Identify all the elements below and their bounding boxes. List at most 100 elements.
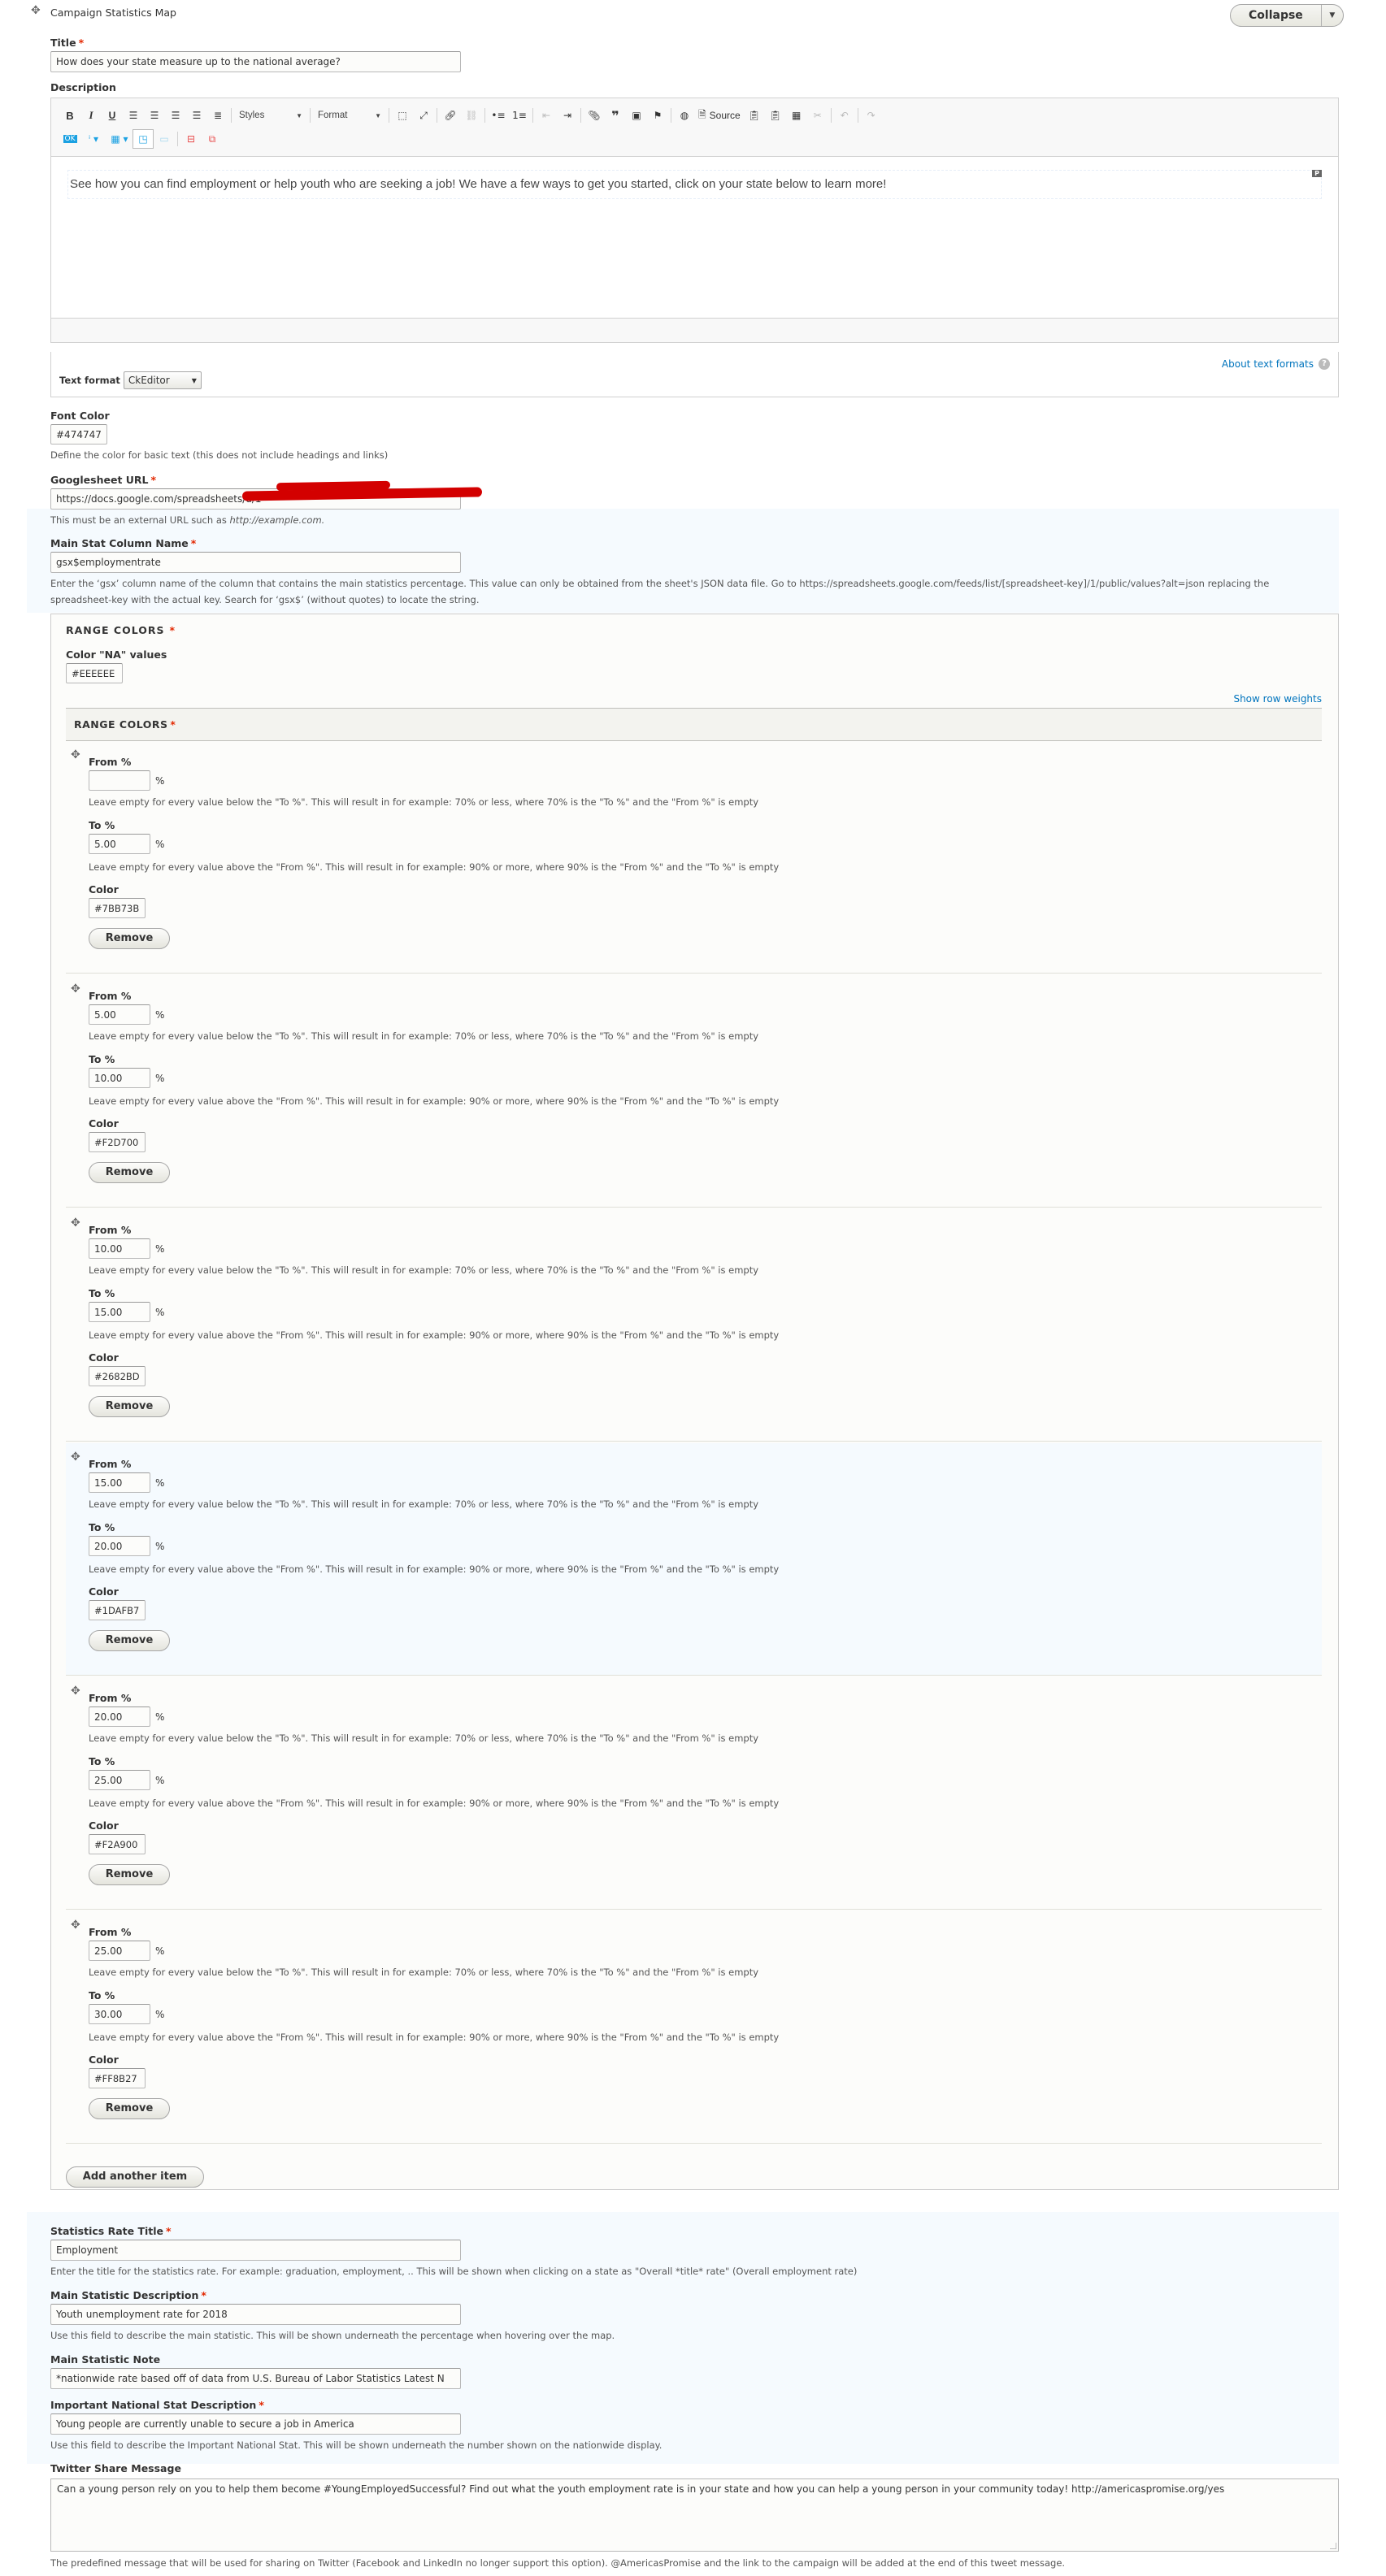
twitter-share-textarea[interactable]: Can a young person rely on you to help t… (50, 2478, 1339, 2552)
maximize-icon[interactable]: ⤢ (413, 106, 434, 125)
link-icon[interactable]: 🔗︎ (440, 106, 461, 125)
remove-button[interactable]: Remove (89, 1864, 170, 1885)
drag-handle-icon[interactable]: ✥ (31, 5, 42, 16)
flag-icon[interactable]: ⚑ (647, 106, 668, 125)
undo-icon[interactable]: ↶ (834, 106, 855, 125)
to-hint: Leave empty for every value above the "F… (89, 1095, 780, 1107)
remove-button[interactable]: Remove (89, 928, 170, 949)
required-marker: * (170, 719, 176, 731)
to-input[interactable]: 15.00 (89, 1302, 150, 1322)
copy-block-icon[interactable]: ⧉ (202, 129, 223, 149)
show-blocks-icon[interactable]: ⬚ (392, 106, 413, 125)
font-color-label: Font Color (50, 410, 110, 422)
info-dropdown-icon[interactable]: ⁱ ▾ (80, 129, 106, 149)
to-input[interactable]: 30.00 (89, 2004, 150, 2024)
align-justify-icon[interactable]: ☰ (186, 106, 207, 125)
na-color-label: Color "NA" values (66, 648, 167, 661)
paste-text-icon[interactable]: 📋︎ (765, 106, 786, 125)
color-input[interactable]: #2682BD (89, 1366, 146, 1386)
italic-icon[interactable]: I (80, 106, 102, 125)
title-input[interactable]: How does your state measure up to the na… (50, 51, 461, 72)
main-stat-note-input[interactable]: *nationwide rate based off of data from … (50, 2368, 461, 2389)
color-input[interactable]: #F2A900 (89, 1834, 146, 1854)
editor-paragraph[interactable]: See how you can find employment or help … (67, 170, 1322, 199)
paste-word-icon[interactable]: 📋︎ (744, 106, 765, 125)
unlink-icon[interactable]: ⛓ (461, 106, 482, 125)
styles-dropdown[interactable]: Styles ▼ (234, 106, 307, 125)
text-format-select[interactable]: CkEditor ▼ (123, 371, 202, 389)
bold-icon[interactable]: B (59, 106, 80, 125)
paragraph-title: Campaign Statistics Map (50, 7, 176, 19)
from-input[interactable]: 10.00 (89, 1238, 150, 1259)
caret-down-icon: ▼ (296, 111, 302, 119)
add-another-item-button[interactable]: Add another item (66, 2166, 204, 2188)
resize-handle-icon[interactable] (1330, 2543, 1336, 2549)
cut-icon[interactable]: ✂ (807, 106, 828, 125)
from-input[interactable]: 25.00 (89, 1941, 150, 1961)
underline-icon[interactable]: U (102, 106, 123, 125)
color-input[interactable]: #1DAFB7 (89, 1600, 146, 1620)
drag-handle-icon[interactable]: ✥ (71, 749, 82, 761)
remove-button[interactable]: Remove (89, 1162, 170, 1183)
na-color-input[interactable]: #EEEEEE (66, 663, 123, 683)
image-icon[interactable]: ▣ (626, 106, 647, 125)
national-stat-description-input[interactable]: Young people are currently unable to sec… (50, 2413, 461, 2435)
main-stat-column-input[interactable]: gsx$employmentrate (50, 552, 461, 573)
color-input[interactable]: #FF8B27 (89, 2068, 146, 2088)
drag-handle-icon[interactable]: ✥ (71, 1217, 82, 1229)
color-input[interactable]: #7BB73B (89, 898, 146, 918)
remove-button[interactable]: Remove (89, 2098, 170, 2119)
drag-handle-icon[interactable]: ✥ (71, 983, 82, 995)
numbered-list-icon[interactable]: 1≡ (509, 106, 530, 125)
to-input[interactable]: 20.00 (89, 1536, 150, 1556)
remove-button[interactable]: Remove (89, 1396, 170, 1417)
format-dropdown[interactable]: Format ▼ (313, 106, 386, 125)
from-input[interactable] (89, 770, 150, 791)
drag-handle-icon[interactable]: ✥ (71, 1451, 82, 1463)
to-input[interactable]: 25.00 (89, 1770, 150, 1790)
horizontal-rule-icon[interactable]: ≣ (207, 106, 228, 125)
color-input[interactable]: #F2D700 (89, 1132, 146, 1152)
outdent-icon[interactable]: ⇤ (536, 106, 557, 125)
toolbar-separator (830, 108, 832, 123)
chevron-down-icon[interactable]: ▼ (1322, 5, 1343, 26)
about-text-formats-link[interactable]: About text formats (1222, 358, 1314, 370)
split-block-icon[interactable]: ⊟ (180, 129, 202, 149)
to-input[interactable]: 10.00 (89, 1068, 150, 1088)
twitter-share-description: The predefined message that will be used… (50, 2557, 1066, 2569)
to-hint: Leave empty for every value above the "F… (89, 1798, 780, 1809)
align-left-icon[interactable]: ☰ (123, 106, 144, 125)
to-pct-suffix: % (155, 2009, 165, 2020)
button-widget-icon[interactable]: OK (59, 129, 80, 149)
indent-icon[interactable]: ⇥ (557, 106, 578, 125)
toolbar-separator (177, 132, 178, 146)
source-button[interactable]: 🗎︎ Source (695, 107, 744, 124)
description-label: Description (50, 81, 116, 93)
editor-content-area[interactable]: See how you can find employment or help … (51, 156, 1338, 319)
drag-handle-icon[interactable]: ✥ (71, 1919, 82, 1931)
align-right-icon[interactable]: ☰ (165, 106, 186, 125)
remove-button[interactable]: Remove (89, 1630, 170, 1651)
from-input[interactable]: 20.00 (89, 1706, 150, 1727)
table-icon[interactable]: ▦ (786, 106, 807, 125)
redo-icon[interactable]: ↷ (861, 106, 882, 125)
align-center-icon[interactable]: ☰ (144, 106, 165, 125)
stat-rate-title-input[interactable]: Employment (50, 2240, 461, 2261)
from-input[interactable]: 5.00 (89, 1004, 150, 1025)
main-stat-description-input[interactable]: Youth unemployment rate for 2018 (50, 2304, 461, 2325)
from-input[interactable]: 15.00 (89, 1472, 150, 1493)
collapse-button[interactable]: Collapse (1231, 5, 1322, 26)
to-input[interactable]: 5.00 (89, 834, 150, 854)
template-icon[interactable]: ◳ (133, 129, 154, 149)
globe-icon[interactable]: ◍ (674, 106, 695, 125)
bulleted-list-icon[interactable]: •≡ (488, 106, 509, 125)
show-row-weights-link[interactable]: Show row weights (1233, 693, 1322, 705)
attachment-icon[interactable]: 📎︎ (584, 106, 605, 125)
drag-handle-icon[interactable]: ✥ (71, 1685, 82, 1697)
font-color-input[interactable]: #474747 (50, 424, 107, 445)
blockquote-icon[interactable]: ❞ (605, 106, 626, 125)
help-icon[interactable]: ? (1319, 358, 1330, 370)
grid-dropdown-icon[interactable]: ▦ ▾ (106, 129, 133, 149)
required-marker: * (259, 2399, 264, 2411)
container-icon[interactable]: ▭ (154, 129, 175, 149)
